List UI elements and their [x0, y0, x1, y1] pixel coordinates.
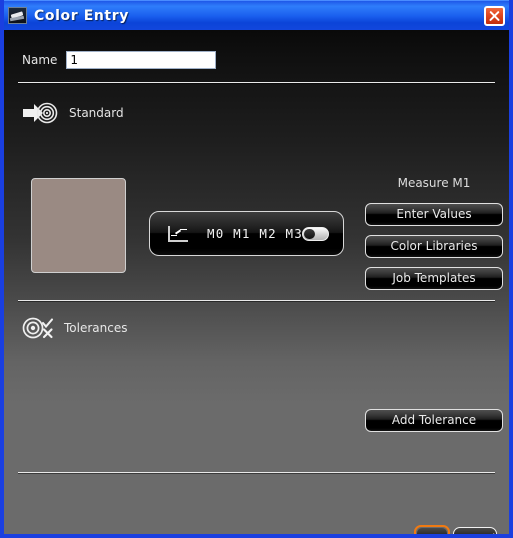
tolerances-row[interactable]: Tolerances — [22, 317, 127, 339]
separator-footer — [18, 472, 495, 473]
toggle-switch-off-icon[interactable] — [302, 227, 329, 241]
measurement-modes: M0 M1 M2 M3 — [207, 226, 303, 241]
add-tolerance-button[interactable]: Add Tolerance — [365, 409, 503, 432]
color-libraries-button[interactable]: Color Libraries — [365, 235, 503, 258]
name-label: Name — [22, 53, 58, 67]
cancel-button[interactable]: Cancel — [453, 527, 497, 534]
target-check-cross-icon — [22, 317, 56, 339]
color-swatch[interactable] — [31, 178, 126, 273]
dialog-body: Name Standard — [4, 30, 509, 534]
measurement-panel[interactable]: M0 M1 M2 M3 — [149, 211, 344, 256]
name-row: Name — [22, 51, 217, 69]
separator-top — [18, 82, 495, 83]
photo-thumbnail-icon — [8, 7, 27, 24]
name-input[interactable] — [66, 51, 217, 69]
job-templates-button[interactable]: Job Templates — [365, 267, 503, 290]
line-chart-icon — [168, 225, 188, 242]
standard-row[interactable]: Standard — [22, 102, 124, 124]
ok-button[interactable]: OK — [414, 525, 450, 534]
color-entry-window: Color Entry Name Standard — [0, 0, 513, 538]
enter-values-button[interactable]: Enter Values — [365, 203, 503, 226]
measure-title: Measure M1 — [397, 176, 471, 190]
window-title: Color Entry — [34, 7, 129, 24]
separator-tolerances — [18, 300, 495, 301]
tolerances-label: Tolerances — [64, 321, 128, 335]
standard-label: Standard — [69, 106, 124, 120]
arrow-into-target-icon — [22, 102, 60, 124]
close-icon[interactable] — [484, 6, 505, 26]
ok-button-label: OK — [417, 528, 447, 534]
titlebar: Color Entry — [4, 0, 509, 30]
